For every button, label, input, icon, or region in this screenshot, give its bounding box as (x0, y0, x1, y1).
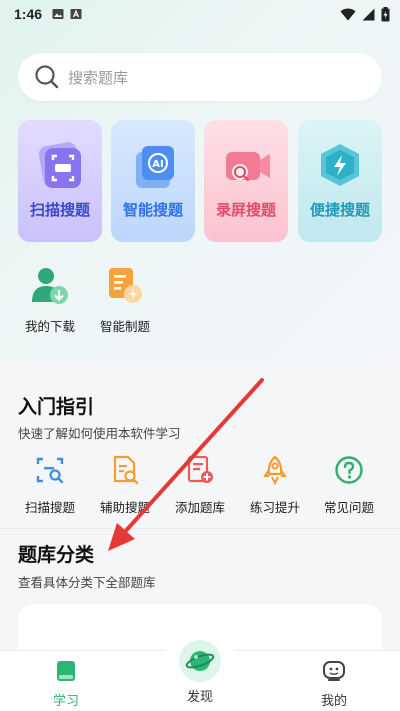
guide-item-label: 常见问题 (323, 500, 374, 515)
svg-text:AI: AI (152, 159, 163, 170)
rocket-icon (263, 455, 287, 486)
category-title: 题库分类 (18, 544, 95, 566)
guide-item-practice[interactable]: 练习提升 (240, 455, 310, 516)
category-subtitle: 查看具体分类下全部题库 (18, 575, 156, 590)
download-icon (32, 268, 68, 304)
lightning-icon (321, 144, 359, 186)
image-icon (52, 9, 64, 19)
my-downloads-label: 我的下载 (24, 319, 75, 334)
feature-scan-search[interactable]: 扫描搜题 (18, 120, 102, 242)
search-bar[interactable]: 搜索题库 (18, 53, 382, 101)
question-icon (335, 456, 363, 484)
guide-item-label: 辅助搜题 (99, 500, 150, 515)
guide-item-label: 练习提升 (249, 500, 300, 515)
tab-discover[interactable] (179, 640, 221, 682)
tab-label: 学习 (52, 694, 79, 709)
smart-create-icon (109, 268, 142, 303)
status-bar: 1:46 (0, 0, 400, 28)
feature-label: 扫描搜题 (29, 201, 90, 219)
feature-label: 便捷搜题 (309, 201, 370, 219)
guide-item-scan[interactable]: 扫描搜题 (15, 455, 85, 516)
wifi-icon (340, 8, 356, 20)
feature-ai-search[interactable]: AI 智能搜题 (111, 120, 195, 242)
profile-icon (323, 661, 345, 681)
guide-subtitle: 快速了解如何使用本软件学习 (18, 426, 181, 441)
a-icon (70, 9, 82, 19)
feature-label: 录屏搜题 (215, 201, 276, 219)
search-placeholder: 搜索题库 (68, 68, 129, 87)
guide-item-label: 添加题库 (174, 500, 225, 515)
guide-item-faq[interactable]: 常见问题 (314, 455, 384, 516)
guide-item-label: 扫描搜题 (24, 500, 75, 515)
signal-icon (362, 8, 375, 20)
scan-search-icon (36, 457, 64, 484)
record-icon (226, 152, 270, 182)
my-downloads-button[interactable]: 我的下载 (15, 266, 85, 335)
tab-discover-label: 发现 (186, 690, 213, 705)
book-icon (57, 661, 75, 681)
feature-quick-search[interactable]: 便捷搜题 (298, 120, 382, 242)
guide-title: 入门指引 (18, 396, 95, 418)
tab-label: 我的 (320, 694, 347, 709)
feature-record-search[interactable]: 录屏搜题 (204, 120, 288, 242)
tab-study[interactable]: 学习 (26, 660, 106, 709)
planet-icon (185, 651, 215, 671)
scan-icon (38, 142, 82, 188)
smart-create-label: 智能制题 (99, 319, 150, 334)
guide-item-add-bank[interactable]: 添加题库 (165, 455, 235, 516)
guide-item-assist[interactable]: 辅助搜题 (90, 455, 160, 516)
status-time: 1:46 (14, 6, 43, 22)
smart-create-button[interactable]: 智能制题 (90, 266, 160, 335)
assist-search-icon (113, 455, 139, 485)
feature-label: 智能搜题 (122, 201, 183, 219)
battery-icon (381, 6, 390, 21)
search-icon (35, 65, 59, 89)
section-divider (0, 528, 400, 529)
tab-profile[interactable]: 我的 (294, 660, 374, 709)
ai-icon: AI (136, 146, 174, 188)
add-bank-icon (187, 455, 213, 483)
